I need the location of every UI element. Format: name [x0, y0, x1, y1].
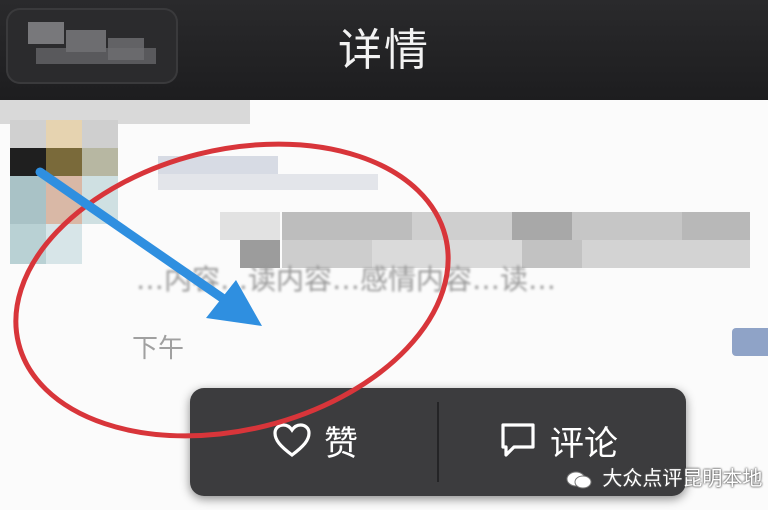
wechat-icon: [566, 471, 592, 488]
post-detail: …内容…读内容…感情内容…读… 下午 赞 评论: [0, 100, 768, 510]
like-button[interactable]: 赞: [204, 398, 426, 482]
more-actions-icon[interactable]: [732, 328, 768, 356]
heart-icon: [273, 423, 311, 458]
speech-bubble-icon: [501, 423, 535, 457]
navigation-bar: 详情: [0, 0, 768, 100]
avatar[interactable]: [10, 120, 118, 356]
comment-label: 评论: [550, 423, 618, 464]
page-title: 详情: [338, 25, 430, 76]
watermark: 大众点评昆明本地: [566, 462, 762, 491]
post-text: …内容…读内容…感情内容…读…: [136, 263, 557, 294]
popup-divider: [437, 402, 439, 482]
post-time: 下午: [132, 334, 185, 364]
like-label: 赞: [324, 423, 358, 464]
watermark-text: 大众点评昆明本地: [602, 466, 763, 490]
